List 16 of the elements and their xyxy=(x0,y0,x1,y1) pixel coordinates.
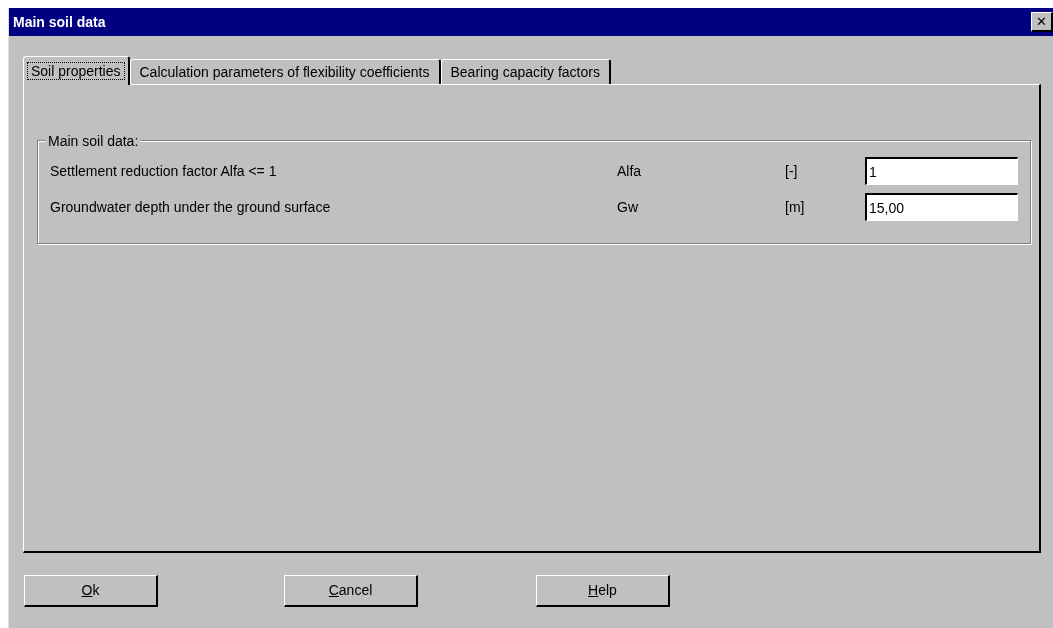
dialog-button[interactable]: Ok xyxy=(24,575,158,607)
symbol-label: Alfa xyxy=(617,161,643,181)
close-button[interactable]: ✕ xyxy=(1031,12,1053,32)
unit-label: [m] xyxy=(785,197,806,217)
input-field[interactable]: 1 xyxy=(865,157,1018,185)
unit-label: [-] xyxy=(785,161,799,181)
window-title: Main soil data xyxy=(13,12,106,32)
tab[interactable]: Soil properties xyxy=(23,56,130,85)
input-field[interactable]: 15,00 xyxy=(865,193,1018,221)
tab[interactable]: Bearing capacity factors xyxy=(440,59,611,84)
field-label: Groundwater depth under the ground surface xyxy=(50,197,332,217)
field-label: Settlement reduction factor Alfa <= 1 xyxy=(50,161,278,181)
symbol-label: Gw xyxy=(617,197,639,217)
dialog-button[interactable]: Cancel xyxy=(284,575,418,607)
tab[interactable]: Calculation parameters of flexibility coefficients xyxy=(129,59,441,84)
dialog-button[interactable]: Help xyxy=(536,575,670,607)
